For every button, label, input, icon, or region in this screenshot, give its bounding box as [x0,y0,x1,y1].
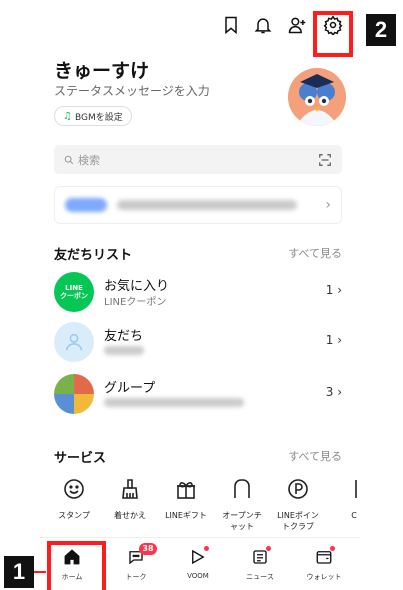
wallet-new-dot [330,546,335,551]
points-icon [285,476,311,502]
gift-icon [173,476,199,502]
favorites-name: お気に入り [104,279,170,294]
step-1-label: 1 [4,556,34,588]
music-note-icon: ♫ [63,110,72,122]
search-placeholder: 検索 [78,153,100,167]
friends-section-title: 友だちリスト [54,248,133,263]
top-toolbar [40,10,360,57]
line-home-screen: きゅーすけ ステータスメッセージを入力 ♫ BGMを設定 検索 › 友だちリスト… [40,0,360,590]
step-2-label: 2 [366,14,396,46]
chevron-right-icon: › [325,197,331,213]
services-row: スタンプ 着せかえ LINEギフト オープンチ ャット LINEポイン トクラブ… [40,476,360,538]
friends-name: 友だち [104,329,144,344]
voom-new-dot [204,546,209,551]
tab-wallet[interactable]: ウォレット [296,546,352,582]
groups-name: グループ [104,381,156,396]
add-friend-icon[interactable] [282,10,312,40]
person-icon [54,322,94,362]
line-coupon-icon: LINE クーポン [54,272,94,312]
tab-talk[interactable]: 38 トーク [108,543,164,582]
smile-icon [61,476,87,502]
more-service-icon [341,476,360,502]
friends-count: 1 › [325,333,342,347]
service-more[interactable]: C [326,476,360,521]
favorites-count: 1 › [325,283,342,297]
groups-count: 3 › [325,385,342,399]
friends-see-all-link[interactable]: すべて見る [288,245,342,261]
qr-scan-icon[interactable] [318,153,332,167]
tab-voom[interactable]: VOOM [170,546,226,580]
home-highlight-box [47,541,106,590]
banner-text-blurred [117,200,297,210]
unread-badge: 38 [139,543,157,555]
bookmark-icon[interactable] [216,10,246,40]
voom-icon [187,546,209,568]
favorites-row[interactable]: LINE クーポン お気に入り LINEクーポン 1 › [54,270,344,314]
profile-avatar[interactable] [288,68,346,126]
services-section-title: サービス [54,451,107,466]
notification-bell-icon[interactable] [248,10,278,40]
settings-highlight-box [313,11,353,57]
wallet-icon [313,546,335,568]
friends-subtitle-blurred [104,346,144,355]
services-see-all-link[interactable]: すべて見る [288,448,342,464]
search-icon [64,155,74,164]
service-theme[interactable]: 着せかえ [102,476,158,521]
profile-name[interactable]: きゅーすけ [54,56,149,83]
bottom-tab-bar: ホーム 38 トーク VOOM ニュース ウォレット [40,537,360,590]
brush-icon [117,476,143,502]
news-new-dot [266,546,271,551]
openchat-icon [229,476,255,502]
service-gift[interactable]: LINEギフト [158,476,214,521]
tab-home[interactable]: ホーム [44,541,106,590]
service-openchat[interactable]: オープンチ ャット [214,476,270,532]
friends-row[interactable]: 友だち 1 › [54,320,344,364]
search-bar[interactable]: 検索 [54,145,342,174]
status-message-placeholder[interactable]: ステータスメッセージを入力 [54,82,210,99]
bgm-label: BGMを設定 [74,112,123,123]
service-stamp[interactable]: スタンプ [46,476,102,521]
bgm-button[interactable]: ♫ BGMを設定 [54,106,132,126]
banner-tag-blurred [65,198,107,212]
favorites-subtitle: LINEクーポン [104,297,167,308]
news-icon [249,546,271,568]
promo-banner[interactable]: › [54,186,342,224]
tab-news[interactable]: ニュース [232,546,288,582]
chat-icon: 38 [125,543,157,568]
groups-row[interactable]: グループ 3 › [54,372,344,416]
step-1-connector [34,571,46,573]
service-points-club[interactable]: LINEポイン トクラブ [270,476,326,532]
groups-subtitle-blurred [104,398,244,407]
group-avatar-icon [54,374,94,414]
